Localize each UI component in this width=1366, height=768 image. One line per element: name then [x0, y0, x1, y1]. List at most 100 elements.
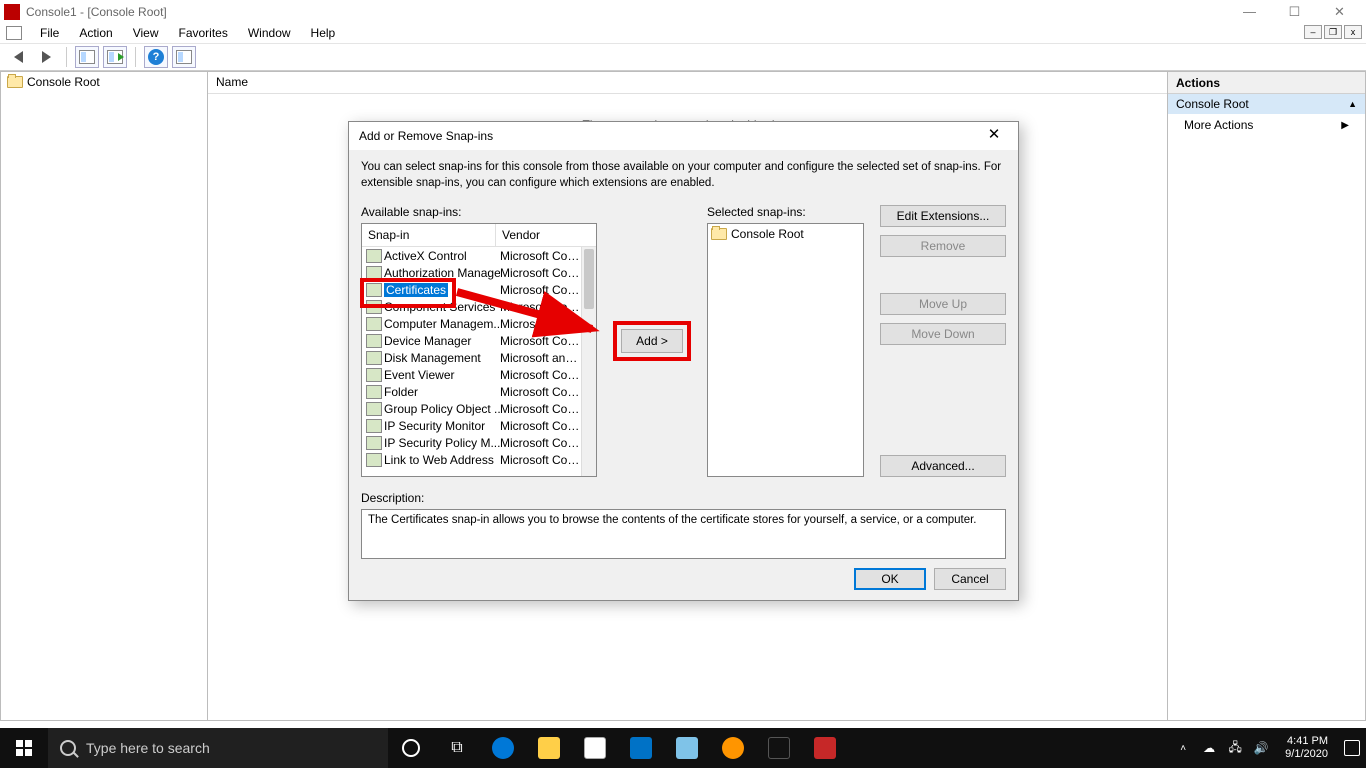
- terminal-icon: [768, 737, 790, 759]
- snapin-icon: [366, 402, 382, 416]
- menu-file[interactable]: File: [30, 24, 69, 42]
- advanced-button[interactable]: Advanced...: [880, 455, 1006, 477]
- snapin-icon: [366, 249, 382, 263]
- pane2-icon: [176, 50, 192, 64]
- cortana-button[interactable]: [388, 728, 434, 768]
- actions-more-actions[interactable]: More Actions ▶: [1168, 114, 1365, 136]
- cancel-button[interactable]: Cancel: [934, 568, 1006, 590]
- snapin-row[interactable]: CertificatesMicrosoft Cor...: [362, 281, 596, 298]
- show-hide-action-pane-button[interactable]: [172, 46, 196, 68]
- snapin-icon: [366, 283, 382, 297]
- taskbar-clock[interactable]: 4:41 PM 9/1/2020: [1279, 735, 1334, 760]
- snapin-row[interactable]: Event ViewerMicrosoft Cor...: [362, 366, 596, 383]
- store-button[interactable]: [572, 728, 618, 768]
- folder-icon: [7, 76, 23, 88]
- snapin-name: Group Policy Object ...: [384, 402, 500, 416]
- snapin-row[interactable]: Link to Web AddressMicrosoft Cor...: [362, 451, 596, 468]
- dialog-close-button[interactable]: ✕: [980, 125, 1008, 147]
- selected-label: Selected snap-ins:: [707, 205, 864, 219]
- tray-onedrive-icon[interactable]: ☁: [1201, 740, 1217, 756]
- notepad-icon: [676, 737, 698, 759]
- folder-icon: [711, 228, 727, 240]
- col-snapin[interactable]: Snap-in: [362, 224, 496, 246]
- dialog-intro-text: You can select snap-ins for this console…: [361, 160, 1006, 191]
- move-up-button[interactable]: Move Up: [880, 293, 1006, 315]
- forward-button[interactable]: [34, 46, 58, 68]
- taskbar-search[interactable]: Type here to search: [48, 728, 388, 768]
- arrow-right-icon: [42, 51, 51, 63]
- tray-volume-icon[interactable]: 🔊: [1253, 740, 1269, 756]
- snapin-row[interactable]: IP Security MonitorMicrosoft Cor...: [362, 417, 596, 434]
- close-button[interactable]: ✕: [1317, 1, 1362, 23]
- menu-view[interactable]: View: [123, 24, 169, 42]
- snapin-name: Folder: [384, 385, 418, 399]
- move-down-button[interactable]: Move Down: [880, 323, 1006, 345]
- taskbar: Type here to search ⧉ ˄ ☁ 🖧 🔊 4:41 PM 9/…: [0, 728, 1366, 768]
- firefox-icon: [722, 737, 744, 759]
- selected-root-label: Console Root: [731, 227, 804, 241]
- mdi-minimize-button[interactable]: –: [1304, 25, 1322, 39]
- col-vendor[interactable]: Vendor: [496, 224, 596, 246]
- edit-extensions-button[interactable]: Edit Extensions...: [880, 205, 1006, 227]
- ok-button[interactable]: OK: [854, 568, 926, 590]
- selected-snapins-list[interactable]: Console Root: [707, 223, 864, 477]
- notepad-button[interactable]: [664, 728, 710, 768]
- help-button[interactable]: ?: [144, 46, 168, 68]
- edge-button[interactable]: [480, 728, 526, 768]
- snapin-name: Disk Management: [384, 351, 481, 365]
- menu-help[interactable]: Help: [301, 24, 346, 42]
- tray-network-icon[interactable]: 🖧: [1227, 740, 1243, 756]
- mdi-close-button[interactable]: x: [1344, 25, 1362, 39]
- mmc-taskbar-icon: [814, 737, 836, 759]
- scrollbar-thumb[interactable]: [584, 249, 594, 309]
- window-title: Console1 - [Console Root]: [26, 5, 1227, 19]
- add-button[interactable]: Add >: [621, 329, 683, 353]
- start-button[interactable]: [0, 728, 48, 768]
- tree-pane[interactable]: Console Root: [0, 71, 208, 721]
- actions-more-label: More Actions: [1184, 118, 1253, 132]
- mmc-taskbar-button[interactable]: [802, 728, 848, 768]
- minimize-button[interactable]: —: [1227, 1, 1272, 23]
- actions-root-row[interactable]: Console Root ▲: [1168, 94, 1365, 114]
- snapin-row[interactable]: ActiveX ControlMicrosoft Cor...: [362, 247, 596, 264]
- terminal-button[interactable]: [756, 728, 802, 768]
- snapin-icon: [366, 368, 382, 382]
- snapin-row[interactable]: IP Security Policy M...Microsoft Cor...: [362, 434, 596, 451]
- snapin-icon: [366, 385, 382, 399]
- tree-root-item[interactable]: Console Root: [3, 74, 205, 90]
- file-explorer-icon: [538, 737, 560, 759]
- snapin-row[interactable]: Disk ManagementMicrosoft and...: [362, 349, 596, 366]
- available-snapins-list[interactable]: Snap-in Vendor ActiveX ControlMicrosoft …: [361, 223, 597, 477]
- clock-time: 4:41 PM: [1285, 735, 1328, 748]
- windows-logo-icon: [16, 740, 32, 756]
- menu-action[interactable]: Action: [69, 24, 122, 42]
- tray-overflow-button[interactable]: ˄: [1175, 740, 1191, 756]
- search-placeholder: Type here to search: [86, 740, 210, 756]
- maximize-button[interactable]: ☐: [1272, 1, 1317, 23]
- snapin-row[interactable]: Authorization ManagerMicrosoft Cor...: [362, 264, 596, 281]
- snapin-row[interactable]: Computer Managem...Microsoft Cor...: [362, 315, 596, 332]
- snapin-name: Component Services: [384, 300, 495, 314]
- export-list-button[interactable]: [103, 46, 127, 68]
- snapin-row[interactable]: FolderMicrosoft Cor...: [362, 383, 596, 400]
- mdi-restore-button[interactable]: ❐: [1324, 25, 1342, 39]
- column-header-name[interactable]: Name: [208, 72, 1167, 94]
- snapin-name: IP Security Monitor: [384, 419, 485, 433]
- back-button[interactable]: [6, 46, 30, 68]
- selected-root-item[interactable]: Console Root: [711, 227, 860, 241]
- available-scrollbar[interactable]: [581, 247, 596, 476]
- show-hide-tree-button[interactable]: [75, 46, 99, 68]
- remove-button[interactable]: Remove: [880, 235, 1006, 257]
- snapin-row[interactable]: Device ManagerMicrosoft Cor...: [362, 332, 596, 349]
- notifications-button[interactable]: [1344, 740, 1360, 756]
- mdi-doc-icon: [6, 26, 22, 40]
- menu-favorites[interactable]: Favorites: [169, 24, 238, 42]
- snapin-row[interactable]: Group Policy Object ...Microsoft Cor...: [362, 400, 596, 417]
- menu-window[interactable]: Window: [238, 24, 301, 42]
- firefox-button[interactable]: [710, 728, 756, 768]
- task-view-button[interactable]: ⧉: [434, 728, 480, 768]
- explorer-button[interactable]: [526, 728, 572, 768]
- snapin-row[interactable]: Component ServicesMicrosoft Cor...: [362, 298, 596, 315]
- mail-button[interactable]: [618, 728, 664, 768]
- snapin-icon: [366, 334, 382, 348]
